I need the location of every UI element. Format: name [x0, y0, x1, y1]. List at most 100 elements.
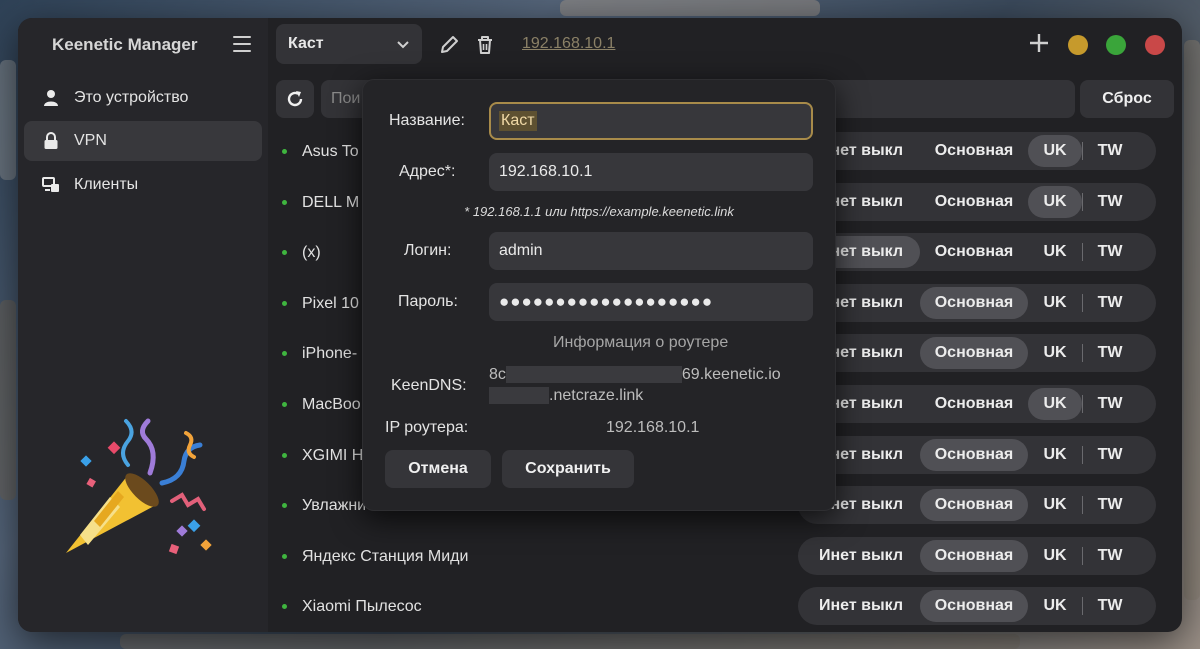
address-label: Адрес*:	[399, 163, 456, 180]
route-option[interactable]: UK	[1028, 590, 1082, 622]
route-option[interactable]: TW	[1083, 236, 1137, 268]
device-row: Xiaomi Пылесос Инет выкл Основная UK TW	[268, 585, 1182, 632]
online-status-dot	[282, 149, 287, 154]
route-option[interactable]: UK	[1028, 489, 1082, 521]
sidebar-item-vpn[interactable]: VPN	[24, 121, 262, 161]
sidebar-item-clients[interactable]: Клиенты	[24, 165, 262, 205]
pencil-icon[interactable]	[438, 34, 460, 56]
router-profile-select[interactable]: Каст	[276, 24, 422, 64]
app-title: Keenetic Manager	[52, 35, 198, 54]
device-name: iPhone-	[302, 345, 358, 363]
password-input[interactable]: ●●●●●●●●●●●●●●●●●●●	[489, 283, 813, 321]
route-option[interactable]: TW	[1083, 186, 1137, 218]
route-option[interactable]: UK	[1028, 135, 1082, 167]
online-status-dot	[282, 300, 287, 306]
refresh-icon	[287, 91, 303, 107]
sidebar-item-this-device[interactable]: Это устройство	[24, 78, 262, 118]
maximize-button[interactable]	[1106, 35, 1126, 55]
route-option[interactable]: TW	[1083, 388, 1137, 420]
router-info-heading: Информация о роутере	[553, 334, 729, 351]
route-option[interactable]: TW	[1083, 489, 1137, 521]
online-status-dot	[282, 250, 287, 256]
minimize-button[interactable]	[1068, 35, 1088, 55]
online-status-dot	[282, 199, 287, 205]
sidebar: Keenetic Manager Это устройство VPN Клие…	[18, 18, 268, 632]
name-input[interactable]: Каст	[489, 102, 813, 140]
device-name: Pixel 10	[302, 294, 359, 312]
online-status-dot	[282, 553, 287, 559]
refresh-button[interactable]	[276, 80, 314, 118]
login-label: Логин:	[404, 242, 452, 259]
route-segmented-control: Инет выкл Основная UK TW	[798, 587, 1156, 626]
route-option[interactable]: TW	[1083, 540, 1137, 572]
address-hint: * 192.168.1.1 или https://example.keenet…	[464, 204, 734, 219]
wallpaper-fragment	[560, 0, 820, 16]
keendns-suffix: 69.keenetic.io	[681, 366, 781, 383]
login-input[interactable]: admin	[489, 232, 813, 270]
cancel-button[interactable]: Отмена	[385, 450, 491, 488]
chevron-down-icon	[397, 41, 409, 49]
sidebar-item-label: Клиенты	[74, 176, 139, 193]
route-segmented-control: Инет выкл Основная UK TW	[798, 283, 1156, 322]
route-option[interactable]: UK	[1028, 439, 1082, 471]
address-input[interactable]: 192.168.10.1	[489, 153, 813, 191]
router-ip-label: IP роутера:	[385, 419, 469, 436]
sidebar-item-label: Это устройство	[74, 89, 189, 106]
route-segmented-control: Инет выкл Основная UK TW	[798, 536, 1156, 575]
route-option[interactable]: Основная	[920, 135, 1028, 167]
route-option[interactable]: TW	[1083, 337, 1137, 369]
route-option[interactable]: Инет выкл	[802, 540, 920, 572]
trash-icon[interactable]	[474, 34, 496, 56]
route-option[interactable]: Основная	[920, 590, 1028, 623]
wallpaper-fragment	[0, 300, 16, 500]
route-option[interactable]: Основная	[920, 539, 1028, 572]
route-option[interactable]: UK	[1028, 287, 1082, 319]
lock-icon	[42, 132, 60, 150]
route-segmented-control: Инет выкл Основная UK TW	[798, 182, 1156, 221]
route-option[interactable]: Основная	[920, 286, 1028, 319]
edit-router-dialog: Название: Каст Адрес*: 192.168.10.1 * 19…	[362, 79, 836, 511]
device-row: Яндекс Станция Миди Инет выкл Основная UK TW	[268, 535, 1182, 585]
party-popper-icon	[66, 418, 212, 555]
route-option[interactable]: UK	[1028, 388, 1082, 420]
route-option[interactable]: TW	[1083, 287, 1137, 319]
route-option[interactable]: UK	[1028, 540, 1082, 572]
reset-button[interactable]: Сброс	[1080, 80, 1174, 118]
wallpaper-fragment	[120, 634, 1020, 649]
sidebar-item-label: VPN	[74, 132, 107, 149]
keendns-prefix: 8c	[489, 366, 506, 383]
online-status-dot	[282, 402, 287, 407]
route-option[interactable]: Инет выкл	[802, 590, 920, 622]
device-name: MacBoo	[302, 396, 361, 413]
device-name: XGIMI H	[302, 446, 364, 464]
route-option[interactable]: UK	[1028, 337, 1082, 369]
wallpaper-fragment	[1184, 40, 1200, 600]
route-option[interactable]: Основная	[920, 337, 1028, 370]
route-option[interactable]: TW	[1083, 135, 1137, 167]
add-icon[interactable]	[1028, 32, 1050, 54]
device-name: Яндекс Станция Миди	[302, 547, 469, 565]
route-option[interactable]: Основная	[920, 489, 1028, 522]
topbar: Каст 192.168.10.1	[268, 18, 1182, 74]
route-option[interactable]: Основная	[920, 438, 1028, 471]
device-name: DELL M	[302, 193, 360, 211]
route-segmented-control: Инет выкл Основная UK TW	[798, 334, 1156, 373]
route-segmented-control: Инет выкл Основная UK TW	[798, 132, 1156, 170]
keendns-value: 8c 69.keenetic.io	[489, 366, 781, 384]
route-option[interactable]: Основная	[920, 388, 1028, 420]
close-button[interactable]	[1145, 35, 1165, 55]
route-option[interactable]: Основная	[920, 236, 1028, 268]
route-option[interactable]: UK	[1028, 185, 1082, 218]
devices-icon	[42, 176, 60, 194]
route-option[interactable]: UK	[1028, 236, 1082, 268]
router-address-link[interactable]: 192.168.10.1	[522, 35, 615, 53]
route-option[interactable]: Основная	[920, 186, 1028, 218]
password-label: Пароль:	[398, 293, 458, 310]
menu-icon[interactable]	[233, 36, 251, 52]
keendns-second-value: .netcraze.link	[489, 387, 643, 405]
route-option[interactable]: TW	[1083, 590, 1137, 622]
name-label: Название:	[389, 112, 465, 129]
route-option[interactable]: TW	[1083, 439, 1137, 471]
device-name: Увлажни	[302, 497, 367, 515]
save-button[interactable]: Сохранить	[502, 450, 634, 488]
